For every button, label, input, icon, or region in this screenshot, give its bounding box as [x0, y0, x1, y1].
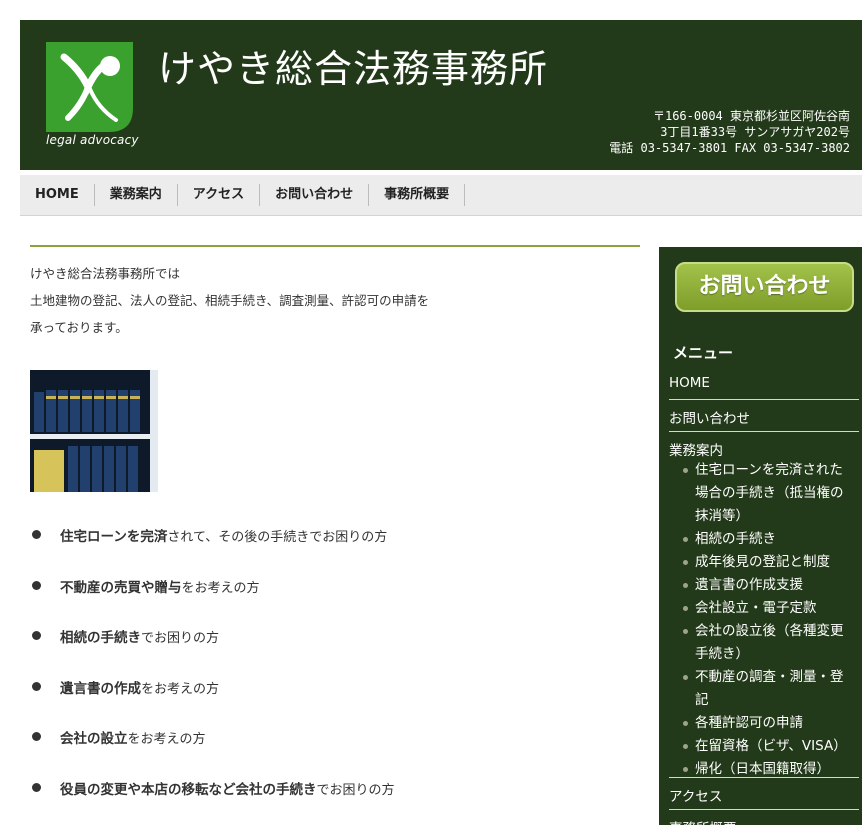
- feature-highlight: 相続の手続き: [60, 630, 141, 647]
- feature-text: でお困りの方: [316, 782, 395, 798]
- submenu-item[interactable]: 遺言書の作成支援: [659, 574, 862, 597]
- global-nav: HOME 業務案内 アクセス お問い合わせ 事務所概要: [20, 175, 862, 216]
- menu-heading: メニュー: [673, 344, 734, 362]
- submenu-item[interactable]: 会社の設立後（各種変更手続き）: [659, 620, 862, 666]
- bullet-icon: [32, 782, 41, 792]
- bullet-icon: [683, 721, 688, 726]
- bullet-icon: [32, 681, 41, 691]
- site-header: legal advocacy けやき総合法務事務所 〒166-0004 東京都杉…: [20, 20, 862, 170]
- nav-access[interactable]: アクセス: [178, 184, 261, 206]
- feature-highlight: 会社の設立: [60, 731, 128, 748]
- feature-text: をお考えの方: [181, 580, 260, 596]
- office-address: 〒166-0004 東京都杉並区阿佐谷南 3丁目1番33号 サンアサガヤ202号…: [609, 108, 850, 156]
- services-submenu: 住宅ローンを完済された場合の手続き（抵当権の抹消等） 相続の手続き 成年後見の登…: [659, 459, 862, 781]
- intro-line: 承っております。: [30, 320, 128, 335]
- site-title[interactable]: けやき総合法務事務所: [158, 38, 548, 93]
- sidebar-item-access[interactable]: アクセス: [669, 785, 859, 805]
- address-line: 〒166-0004 東京都杉並区阿佐谷南: [652, 109, 850, 123]
- nav-home[interactable]: HOME: [20, 184, 95, 206]
- submenu-item[interactable]: 相続の手続き: [659, 528, 862, 551]
- bullet-icon: [683, 537, 688, 542]
- feature-highlight: 遺言書の作成: [60, 680, 141, 697]
- phone-fax-line: 電話 03-5347-3801 FAX 03-5347-3802: [609, 141, 850, 155]
- submenu-item[interactable]: 在留資格（ビザ、VISA）: [659, 735, 862, 758]
- feature-highlight: 役員の変更や本店の移転など会社の手続き: [60, 781, 317, 798]
- intro-line: けやき総合法務事務所では: [30, 266, 181, 281]
- nav-contact[interactable]: お問い合わせ: [260, 184, 370, 206]
- bullet-icon: [683, 468, 688, 473]
- submenu-item[interactable]: 住宅ローンを完済された場合の手続き（抵当権の抹消等）: [659, 459, 862, 528]
- sidebar-item-services[interactable]: 業務案内: [669, 439, 859, 459]
- bullet-icon: [32, 732, 41, 742]
- bullet-icon: [683, 767, 688, 772]
- address-line: 3丁目1番33号 サンアサガヤ202号: [660, 125, 850, 139]
- bullet-icon: [683, 606, 688, 611]
- bullet-icon: [32, 631, 41, 641]
- intro-line: 土地建物の登記、法人の登記、相続手続き、調査測量、許認可の申請を: [30, 293, 430, 308]
- bookshelf-photo: [30, 370, 158, 492]
- bullet-icon: [32, 530, 41, 539]
- intro-text: けやき総合法務事務所では 土地建物の登記、法人の登記、相続手続き、調査測量、許認…: [30, 260, 510, 341]
- submenu-item[interactable]: 不動産の調査・測量・登記: [659, 666, 862, 712]
- nav-services[interactable]: 業務案内: [95, 184, 178, 206]
- bullet-icon: [683, 560, 688, 565]
- bullet-icon: [683, 744, 688, 749]
- submenu-item[interactable]: 成年後見の登記と制度: [659, 551, 862, 574]
- feature-text: をお考えの方: [141, 681, 220, 697]
- sidebar-divider: [669, 431, 859, 432]
- feature-highlight: 住宅ローンを完済: [60, 529, 168, 545]
- sidebar-item-contact[interactable]: お問い合わせ: [669, 407, 859, 427]
- nav-about[interactable]: 事務所概要: [369, 184, 466, 206]
- sidebar-item-about[interactable]: 事務所概要: [669, 817, 859, 825]
- content-divider: [30, 245, 640, 247]
- bullet-icon: [683, 675, 688, 680]
- bullet-icon: [32, 580, 41, 590]
- sidebar-divider: [669, 777, 859, 778]
- feature-text: されて、その後の手続きでお困りの方: [167, 530, 388, 545]
- feature-text: をお考えの方: [127, 732, 206, 748]
- bullet-icon: [683, 583, 688, 588]
- submenu-item[interactable]: 各種許認可の申請: [659, 712, 862, 735]
- feature-text: でお困りの方: [141, 631, 220, 647]
- sidebar-divider: [669, 399, 859, 400]
- bullet-icon: [683, 629, 688, 634]
- sidebar-item-home[interactable]: HOME: [669, 375, 859, 391]
- sidebar: お問い合わせ メニュー HOME お問い合わせ 業務案内 住宅ローンを完済された…: [659, 247, 862, 825]
- contact-button[interactable]: お問い合わせ: [675, 262, 854, 312]
- keyaki-logo-icon[interactable]: [46, 42, 133, 132]
- feature-highlight: 不動産の売買や贈与: [60, 579, 182, 596]
- submenu-item[interactable]: 会社設立・電子定款: [659, 597, 862, 620]
- sidebar-divider: [669, 809, 859, 810]
- logo-tagline: legal advocacy: [46, 133, 139, 147]
